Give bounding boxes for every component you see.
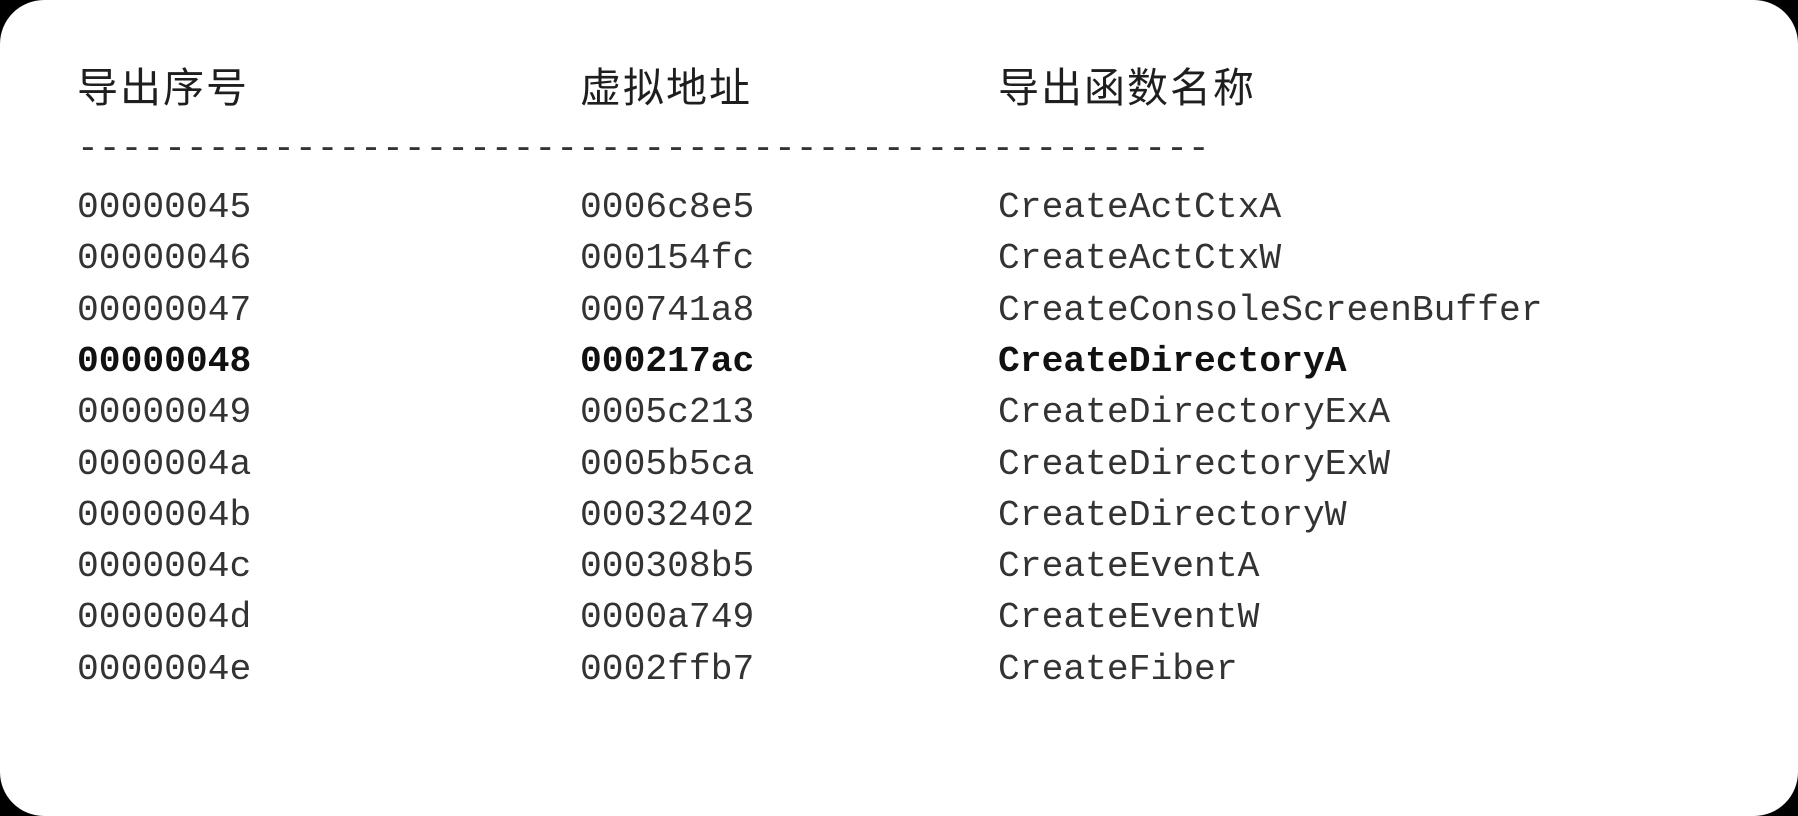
table-row: 0000004b 00032402 CreateDirectoryW bbox=[0, 488, 1798, 544]
export-ordinal-cell: 0000004e bbox=[77, 648, 252, 690]
function-name-cell: CreateDirectoryW bbox=[998, 494, 1347, 536]
header-virtual-address: 虚拟地址 bbox=[580, 64, 752, 112]
virtual-address-cell: 0000a749 bbox=[580, 597, 755, 639]
table-row-highlighted: 00000048 000217ac CreateDirectoryA bbox=[0, 334, 1798, 390]
virtual-address-cell: 0002ffb7 bbox=[580, 648, 755, 690]
export-ordinal-cell: 00000049 bbox=[77, 392, 252, 434]
export-ordinal-cell: 00000048 bbox=[77, 340, 252, 382]
table-row: 00000047 000741a8 CreateConsoleScreenBuffe… bbox=[0, 283, 1798, 339]
virtual-address-cell: 0005c213 bbox=[580, 392, 755, 434]
function-name-cell: CreateDirectoryA bbox=[998, 340, 1347, 382]
function-name-cell: CreateActCtxA bbox=[998, 187, 1282, 228]
export-table-card: 导出序号 虚拟地址 导出函数名称 -----------------------… bbox=[0, 0, 1798, 816]
table-row: 00000049 0005c213 CreateDirectoryExA bbox=[0, 385, 1798, 441]
virtual-address-cell: 0005b5ca bbox=[580, 443, 755, 485]
function-name-cell: CreateActCtxW bbox=[998, 238, 1282, 280]
table-row: 00000045 0006c8e5 CreateActCtxA bbox=[0, 180, 1798, 236]
virtual-address-cell: 000154fc bbox=[580, 238, 755, 280]
header-export-function-name: 导出函数名称 bbox=[998, 64, 1256, 112]
function-name-cell: CreateEventW bbox=[998, 597, 1260, 639]
export-ordinal-cell: 0000004d bbox=[77, 597, 252, 639]
virtual-address-cell: 00032402 bbox=[580, 494, 755, 536]
export-ordinal-cell: 00000047 bbox=[77, 289, 252, 331]
table-row: 00000046 000154fc CreateActCtxW bbox=[0, 231, 1798, 287]
virtual-address-cell: 0006c8e5 bbox=[580, 187, 755, 228]
export-ordinal-cell: 0000004a bbox=[77, 443, 252, 485]
function-name-cell: CreateDirectoryExA bbox=[998, 392, 1391, 434]
function-name-cell: CreateConsoleScreenBuffer bbox=[998, 289, 1543, 331]
table-header: 导出序号 虚拟地址 导出函数名称 bbox=[0, 60, 1798, 116]
virtual-address-cell: 000741a8 bbox=[580, 289, 755, 331]
table-row: 0000004e 0002ffb7 CreateFiber bbox=[0, 642, 1798, 698]
export-ordinal-cell: 00000046 bbox=[77, 238, 252, 280]
export-ordinal-cell: 00000045 bbox=[77, 187, 252, 228]
table-row: 0000004d 0000a749 CreateEventW bbox=[0, 590, 1798, 646]
function-name-cell: CreateFiber bbox=[998, 648, 1238, 690]
virtual-address-cell: 000308b5 bbox=[580, 546, 755, 588]
header-divider: ----------------------------------------… bbox=[77, 128, 1210, 169]
table-row: 0000004a 0005b5ca CreateDirectoryExW bbox=[0, 437, 1798, 493]
function-name-cell: CreateEventA bbox=[998, 546, 1260, 588]
virtual-address-cell: 000217ac bbox=[580, 340, 755, 382]
export-ordinal-cell: 0000004b bbox=[77, 494, 252, 536]
header-export-ordinal: 导出序号 bbox=[77, 64, 249, 112]
export-ordinal-cell: 0000004c bbox=[77, 546, 252, 588]
function-name-cell: CreateDirectoryExW bbox=[998, 443, 1391, 485]
table-row: 0000004c 000308b5 CreateEventA bbox=[0, 539, 1798, 595]
